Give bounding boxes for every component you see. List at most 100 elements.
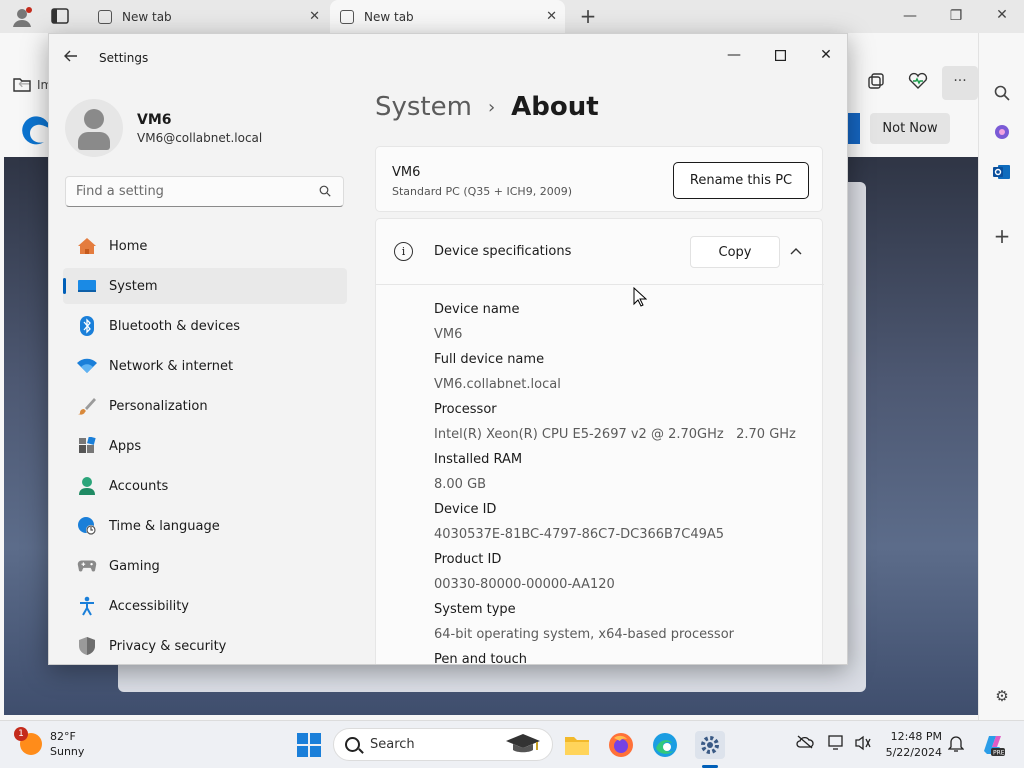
nav-label: Time & language xyxy=(109,518,220,534)
edge-icon[interactable] xyxy=(651,731,679,759)
close-tab-icon[interactable]: ✕ xyxy=(309,9,320,24)
nav-item-privacy[interactable]: Privacy & security xyxy=(63,628,347,664)
nav-label: Network & internet xyxy=(109,358,234,374)
collections-icon[interactable] xyxy=(864,72,888,94)
profile-icon[interactable] xyxy=(10,6,34,28)
spec-value: 4030537E-81BC-4797-86C7-DC366B7C49A5 xyxy=(434,527,725,542)
nav-item-gaming[interactable]: Gaming xyxy=(63,548,347,584)
back-arrow-icon[interactable] xyxy=(63,48,83,68)
start-button[interactable] xyxy=(297,733,321,757)
shield-icon xyxy=(77,636,97,656)
search-icon[interactable] xyxy=(991,82,1013,104)
spec-list: Device name VM6 Full device name VM6.col… xyxy=(434,297,796,665)
file-explorer-icon[interactable] xyxy=(563,731,591,759)
gamepad-icon xyxy=(77,556,97,576)
device-specifications-card: i Device specifications Copy Device name… xyxy=(375,218,824,665)
user-profile[interactable]: VM6 VM6@collabnet.local xyxy=(65,98,262,158)
nav-label: Accounts xyxy=(109,478,169,494)
pc-card: VM6 Standard PC (Q35 + ICH9, 2009) Renam… xyxy=(375,146,823,212)
person-icon xyxy=(77,476,97,496)
outlook-icon[interactable] xyxy=(991,161,1013,183)
spec-label: Pen and touch xyxy=(434,652,528,665)
search-input[interactable]: Find a setting xyxy=(65,176,344,207)
user-name: VM6 xyxy=(137,111,172,128)
nav-item-network[interactable]: Network & internet xyxy=(63,348,347,384)
new-tab-button[interactable]: + xyxy=(578,4,598,28)
settings-taskbar-icon[interactable] xyxy=(695,731,725,759)
minimize-icon[interactable]: — xyxy=(711,40,757,70)
about-content: System › About VM6 Standard PC (Q35 + IC… xyxy=(375,82,825,665)
copilot-pre-icon[interactable]: PRE xyxy=(980,731,1006,761)
info-icon: i xyxy=(394,242,413,261)
add-sidebar-icon[interactable]: + xyxy=(991,224,1013,248)
apps-icon xyxy=(77,436,97,456)
spec-label: Full device name xyxy=(434,352,545,367)
tab-label: New tab xyxy=(364,9,414,24)
spec-label: Device ID xyxy=(434,502,497,517)
copilot-sidebar-icon[interactable] xyxy=(991,121,1013,143)
page-title: About xyxy=(511,92,599,122)
mouse-cursor-icon xyxy=(633,286,648,311)
nav-item-personalization[interactable]: Personalization xyxy=(63,388,347,424)
weather-temp: 82°F xyxy=(50,730,76,743)
device-specifications-header[interactable]: i Device specifications Copy xyxy=(376,219,824,285)
clock[interactable]: 12:48 PM 5/22/2024 xyxy=(880,729,942,761)
chevron-up-icon[interactable] xyxy=(790,243,802,259)
volume-icon[interactable] xyxy=(854,735,872,755)
tab-new-tab-1[interactable]: New tab ✕ xyxy=(88,0,328,33)
rename-pc-button[interactable]: Rename this PC xyxy=(673,162,809,199)
window-title: Settings xyxy=(99,51,149,65)
not-now-button[interactable]: Not Now xyxy=(870,113,950,144)
sidebar-settings-icon[interactable]: ⚙ xyxy=(991,685,1013,707)
close-icon[interactable]: ✕ xyxy=(803,40,847,70)
pc-model: Standard PC (Q35 + ICH9, 2009) xyxy=(392,185,572,198)
browser-essentials-icon[interactable] xyxy=(906,72,930,94)
copy-button[interactable]: Copy xyxy=(690,236,780,268)
spec-label: Device name xyxy=(434,302,520,317)
nav-item-home[interactable]: Home xyxy=(63,228,347,264)
page-icon xyxy=(98,9,112,24)
spec-value: 00330-80000-00000-AA120 xyxy=(434,577,615,592)
spec-value: 8.00 GB xyxy=(434,477,487,492)
nav-item-apps[interactable]: Apps xyxy=(63,428,347,464)
spec-label: System type xyxy=(434,602,516,617)
tab-new-tab-2[interactable]: New tab ✕ xyxy=(330,0,565,33)
nav-label: Personalization xyxy=(109,398,208,414)
more-options-icon[interactable]: ··· xyxy=(942,66,978,100)
globe-clock-icon xyxy=(77,516,97,536)
nav-label: Accessibility xyxy=(109,598,189,614)
minimize-icon[interactable]: — xyxy=(900,8,920,24)
close-window-icon[interactable]: ✕ xyxy=(992,7,1012,23)
edge-sidebar: + ⚙ xyxy=(978,33,1024,720)
favorites-folder-icon[interactable] xyxy=(12,76,32,96)
restore-icon[interactable]: ❐ xyxy=(946,8,966,24)
svg-text:PRE: PRE xyxy=(993,750,1005,757)
nav-label: Apps xyxy=(109,438,142,454)
nav-item-accessibility[interactable]: Accessibility xyxy=(63,588,347,624)
spec-value: Intel(R) Xeon(R) CPU E5-2697 v2 @ 2.70GH… xyxy=(434,427,796,442)
breadcrumb-system[interactable]: System xyxy=(375,92,472,122)
settings-window: Settings — ✕ VM6 VM6@collabnet.local Fin… xyxy=(48,33,848,665)
nav-item-system[interactable]: System xyxy=(63,268,347,304)
weather-widget[interactable]: 1 82°F Sunny xyxy=(14,727,84,759)
date: 5/22/2024 xyxy=(885,746,942,759)
nav-item-time-language[interactable]: Time & language xyxy=(63,508,347,544)
notification-bell-icon[interactable] xyxy=(947,735,965,757)
maximize-icon[interactable] xyxy=(757,40,803,70)
primary-button-edge[interactable] xyxy=(846,113,860,144)
tab-actions-icon[interactable] xyxy=(50,8,70,26)
search-label: Search xyxy=(370,737,415,752)
wifi-icon xyxy=(77,356,97,376)
graduation-cap-icon xyxy=(504,732,542,762)
system-icon xyxy=(77,276,97,296)
cloud-offline-icon[interactable] xyxy=(796,735,814,753)
settings-nav: Home System Bluetooth & devices Network … xyxy=(63,228,347,664)
firefox-icon[interactable] xyxy=(607,731,635,759)
taskbar-search[interactable]: Search xyxy=(333,728,553,761)
display-icon[interactable] xyxy=(828,735,846,755)
nav-item-bluetooth[interactable]: Bluetooth & devices xyxy=(63,308,347,344)
spec-label: Processor xyxy=(434,402,497,417)
close-tab-icon[interactable]: ✕ xyxy=(546,9,557,24)
search-placeholder: Find a setting xyxy=(76,184,164,199)
nav-item-accounts[interactable]: Accounts xyxy=(63,468,347,504)
